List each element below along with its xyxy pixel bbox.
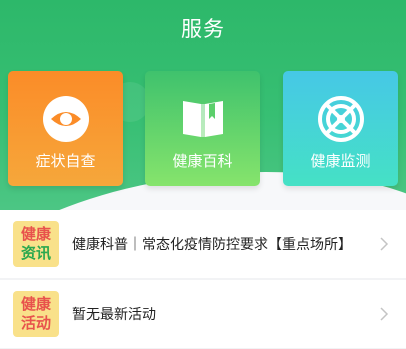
health-activity-badge: 健康 活动 — [13, 291, 59, 337]
badge-line1: 健康 — [20, 295, 51, 313]
list-item-text: 健康科普｜常态化疫情防控要求【重点场所】 — [72, 237, 352, 253]
tile-label: 健康监测 — [310, 152, 371, 170]
tile-label: 症状自查 — [35, 152, 96, 170]
book-icon — [182, 101, 223, 137]
tile-symptom-check[interactable]: 症状自查 — [8, 71, 123, 186]
monitor-target-icon — [317, 96, 364, 142]
list-item-health-activity[interactable]: 健康 活动 暂无最新活动 — [0, 280, 406, 348]
tile-health-monitoring[interactable]: 健康监测 — [283, 71, 398, 186]
health-news-badge: 健康 资讯 — [13, 221, 59, 267]
badge-line2: 资讯 — [20, 244, 51, 262]
badge-line1: 健康 — [20, 225, 51, 243]
list-item-health-news[interactable]: 健康 资讯 健康科普｜常态化疫情防控要求【重点场所】 — [0, 210, 406, 278]
tile-label: 健康百科 — [172, 152, 233, 170]
eye-icon — [42, 96, 89, 142]
tile-health-encyclopedia[interactable]: 健康百科 — [145, 71, 260, 186]
page-title: 服务 — [181, 17, 225, 41]
badge-line2: 活动 — [20, 314, 51, 332]
chevron-right-icon — [380, 307, 389, 321]
list-item-text: 暂无最新活动 — [72, 307, 156, 323]
chevron-right-icon — [380, 237, 389, 251]
